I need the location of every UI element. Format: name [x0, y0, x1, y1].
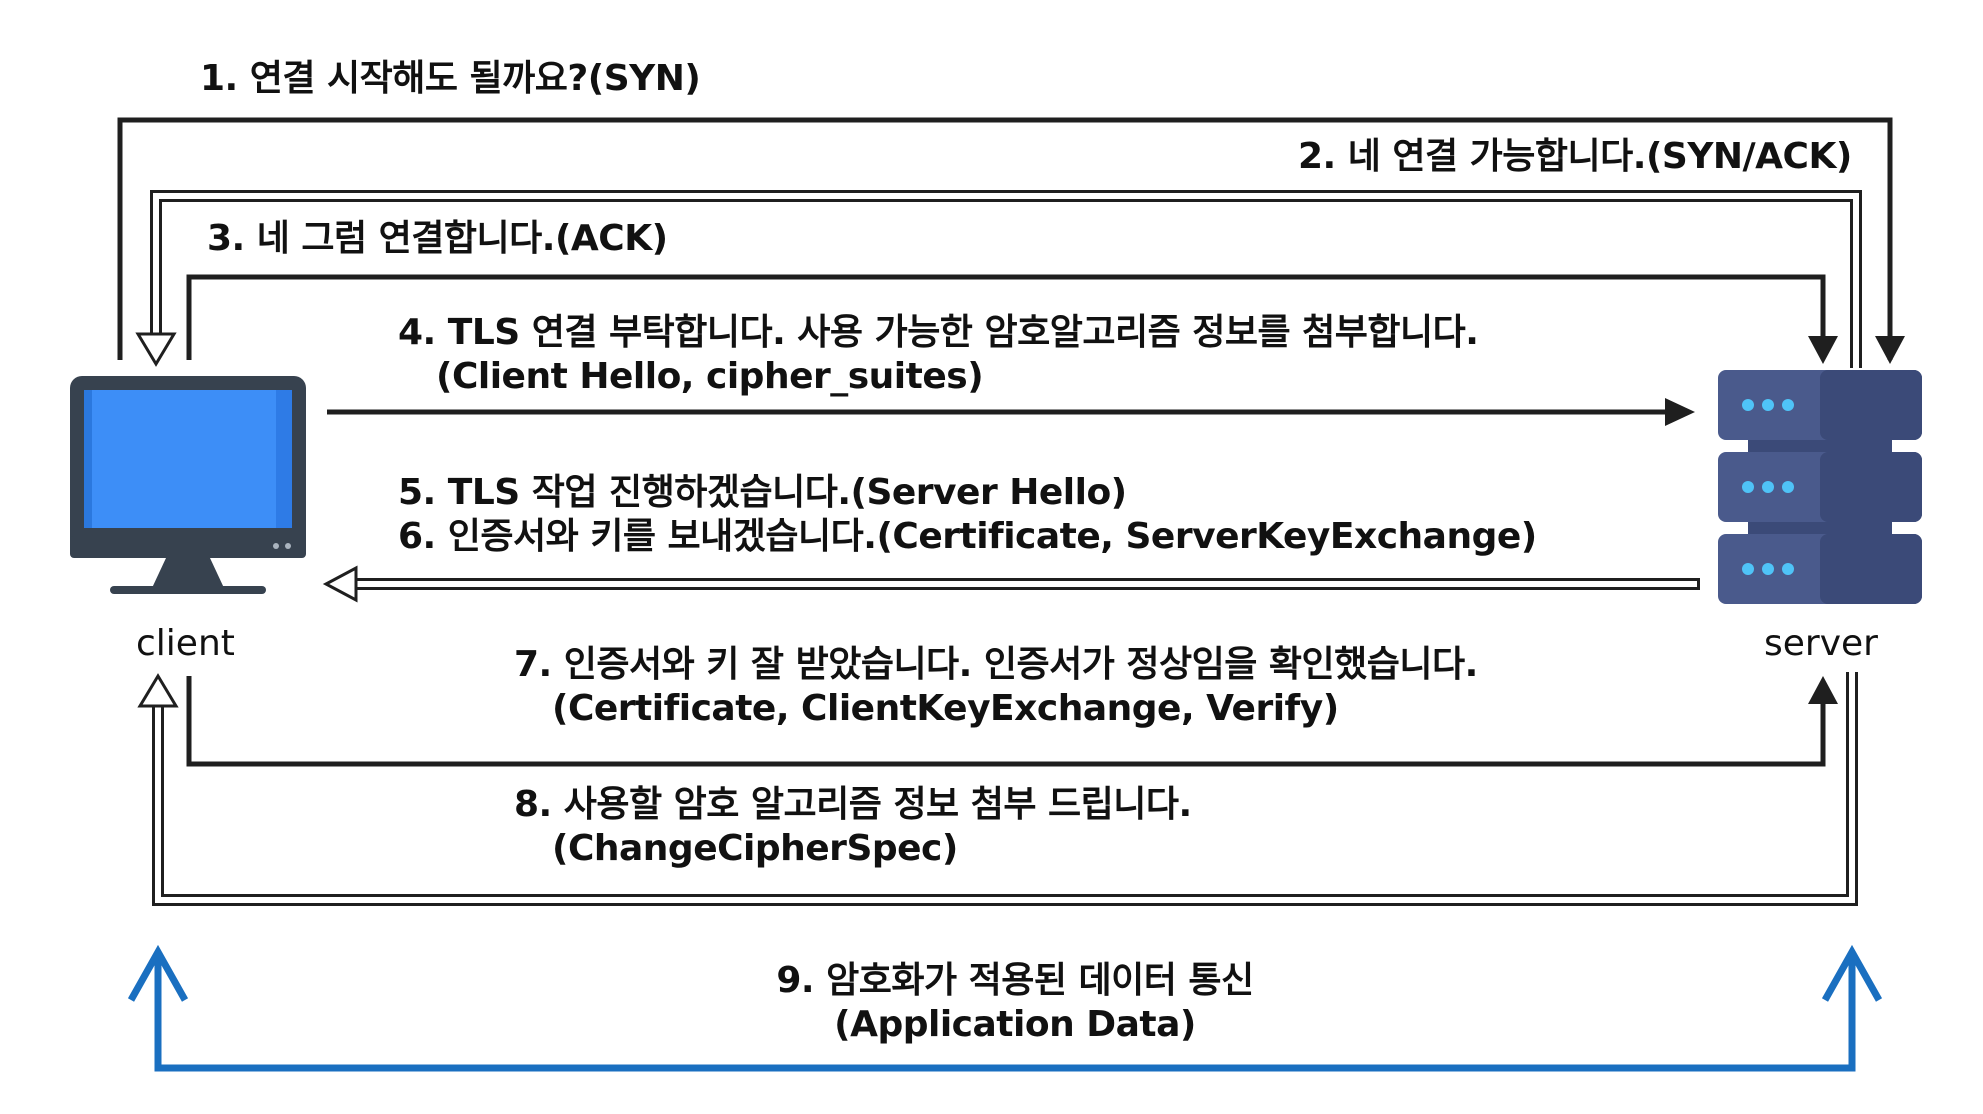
- client-monitor-icon: [70, 376, 306, 594]
- step-1-label: 1. 연결 시작해도 될까요?(SYN): [200, 58, 701, 99]
- step-8-label: 8. 사용할 암호 알고리즘 정보 첨부 드립니다.: [514, 784, 1192, 825]
- arrow-head-step-4: [1665, 398, 1695, 426]
- step-9-label: 9. 암호화가 적용된 데이터 통신: [776, 960, 1254, 1001]
- client-label: client: [136, 623, 235, 664]
- arrow-head-step-3: [1808, 336, 1838, 364]
- step-6-label: 6. 인증서와 키를 보내겠습니다.(Certificate, ServerKe…: [398, 516, 1537, 557]
- arrow-head-step-5-6: [322, 565, 358, 603]
- step-7-sublabel: (Certificate, ClientKeyExchange, Verify): [552, 688, 1339, 729]
- step-4-label: 4. TLS 연결 부탁합니다. 사용 가능한 암호알고리즘 정보를 첨부합니다…: [398, 312, 1479, 353]
- step-8-sublabel: (ChangeCipherSpec): [552, 828, 958, 869]
- arrow-head-step-7: [1808, 676, 1838, 704]
- step-9-sublabel: (Application Data): [834, 1004, 1196, 1045]
- server-label: server: [1764, 623, 1878, 664]
- step-7-label: 7. 인증서와 키 잘 받았습니다. 인증서가 정상임을 확인했습니다.: [514, 644, 1478, 685]
- server-rack-icon: [1718, 370, 1922, 604]
- step-4-sublabel: (Client Hello, cipher_suites): [436, 356, 984, 397]
- step-3-label: 3. 네 그럼 연결합니다.(ACK): [207, 218, 668, 259]
- step-2-label: 2. 네 연결 가능합니다.(SYN/ACK): [1298, 136, 1852, 177]
- step-5-label: 5. TLS 작업 진행하겠습니다.(Server Hello): [398, 472, 1127, 513]
- arrow-head-step-1: [1875, 336, 1905, 364]
- arrow-head-step-2: [135, 332, 177, 367]
- arrow-head-step-8: [137, 673, 179, 708]
